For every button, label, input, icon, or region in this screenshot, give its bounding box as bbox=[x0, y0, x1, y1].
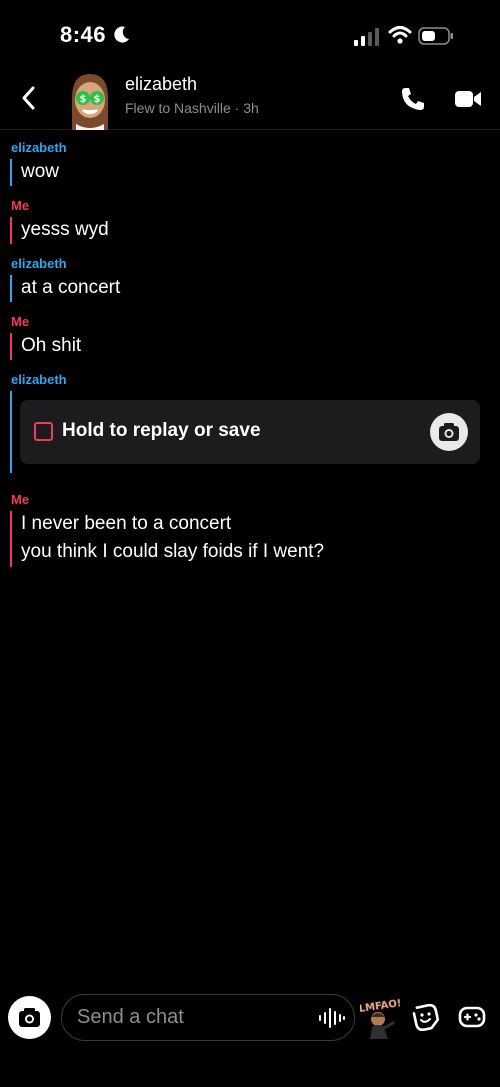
phone-call-icon[interactable] bbox=[400, 86, 426, 112]
chat-header: $ $ elizabeth Flew to Nashville · 3h bbox=[0, 64, 500, 130]
message-bar bbox=[10, 275, 12, 302]
camera-button[interactable] bbox=[8, 996, 51, 1039]
message-text: I never been to a concert bbox=[21, 513, 232, 534]
message-bar bbox=[10, 391, 12, 473]
sender-label: Me bbox=[11, 492, 30, 507]
wifi-icon bbox=[388, 26, 412, 44]
message-text: yesss wyd bbox=[21, 219, 109, 240]
sender-label: elizabeth bbox=[11, 140, 67, 155]
bitmoji-sticker-button[interactable]: LMFAO! bbox=[360, 995, 400, 1039]
sender-label: Me bbox=[11, 198, 30, 213]
svg-text:$: $ bbox=[94, 94, 101, 105]
signal-icon bbox=[354, 28, 379, 46]
message-text: Oh shit bbox=[21, 335, 82, 356]
snap-indicator-icon bbox=[34, 422, 53, 441]
avatar[interactable]: $ $ bbox=[64, 70, 116, 130]
camera-icon bbox=[19, 1008, 40, 1027]
message-bar bbox=[10, 217, 12, 244]
sender-label: elizabeth bbox=[11, 372, 67, 387]
back-icon[interactable] bbox=[18, 84, 40, 112]
chat-placeholder: Send a chat bbox=[77, 1006, 184, 1028]
message-bar bbox=[10, 511, 12, 567]
status-time: 8:46 bbox=[60, 22, 107, 47]
message-text: wow bbox=[21, 161, 60, 182]
message-text: at a concert bbox=[21, 277, 121, 298]
contact-name[interactable]: elizabeth bbox=[125, 74, 197, 95]
svg-text:$: $ bbox=[80, 94, 87, 105]
voice-note-icon[interactable] bbox=[318, 1008, 346, 1028]
game-controller-icon[interactable] bbox=[458, 1005, 486, 1029]
video-call-icon[interactable] bbox=[454, 88, 482, 110]
snap-message[interactable]: Hold to replay or save bbox=[20, 400, 480, 464]
status-bar: 8:46 bbox=[0, 0, 500, 64]
battery-icon bbox=[418, 27, 453, 45]
moon-icon bbox=[114, 26, 129, 43]
sender-label: Me bbox=[11, 314, 30, 329]
camera-icon[interactable] bbox=[430, 413, 468, 451]
message-text: you think I could slay foids if I went? bbox=[21, 541, 325, 562]
contact-status: Flew to Nashville · 3h bbox=[125, 100, 259, 116]
message-bar bbox=[10, 333, 12, 360]
sticker-icon[interactable] bbox=[412, 1003, 440, 1031]
chat-composer: Send a chat LMFAO! bbox=[0, 985, 500, 1087]
sender-label: elizabeth bbox=[11, 256, 67, 271]
message-bar bbox=[10, 159, 12, 186]
snap-label: Hold to replay or save bbox=[62, 420, 261, 441]
chat-input[interactable]: Send a chat bbox=[61, 994, 355, 1041]
